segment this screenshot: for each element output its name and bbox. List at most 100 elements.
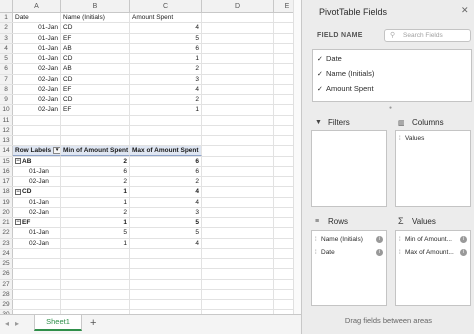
amount-cell[interactable]: 4 [130, 84, 202, 94]
pivot-min-cell[interactable]: 2 [61, 177, 130, 187]
cell[interactable] [13, 248, 61, 258]
row-number[interactable]: 24 [0, 248, 13, 258]
column-header-b[interactable]: B [61, 0, 130, 13]
info-icon[interactable]: i [460, 236, 467, 243]
values-field-min[interactable]: ⁞ Min of Amount... i [399, 235, 468, 245]
pivot-max-cell[interactable]: 4 [130, 197, 202, 207]
cell[interactable] [13, 289, 61, 299]
pivot-max-cell[interactable]: 6 [130, 166, 202, 176]
date-cell[interactable]: 01-Jan [13, 33, 61, 43]
cell[interactable] [202, 166, 274, 176]
column-header-d[interactable]: D [202, 0, 274, 13]
collapse-toggle-icon[interactable]: − [15, 188, 21, 195]
cell[interactable] [202, 279, 274, 289]
pivot-min-cell[interactable]: 1 [61, 218, 130, 228]
row-number[interactable]: 11 [0, 115, 13, 125]
cell[interactable] [202, 115, 274, 125]
cell[interactable] [202, 177, 274, 187]
filters-drop-area[interactable] [311, 130, 387, 207]
cell[interactable] [202, 64, 274, 74]
row-number[interactable]: 12 [0, 125, 13, 135]
cell[interactable] [61, 289, 130, 299]
amount-cell[interactable]: 3 [130, 74, 202, 84]
close-icon[interactable]: ✕ [461, 5, 469, 16]
date-cell[interactable]: 01-Jan [13, 43, 61, 53]
row-number[interactable]: 1 [0, 13, 13, 23]
info-icon[interactable]: i [376, 249, 383, 256]
pivot-group-label[interactable]: − AB [13, 156, 61, 166]
pivot-item-label[interactable]: 01-Jan [13, 166, 61, 176]
pivot-min-cell[interactable]: 5 [61, 228, 130, 238]
row-number[interactable]: 10 [0, 105, 13, 115]
name-cell[interactable]: CD [61, 74, 130, 84]
sheet-tab-sheet1[interactable]: Sheet1 [34, 315, 82, 331]
pivot-max-header[interactable]: Max of Amount Spent [130, 146, 202, 156]
row-number[interactable]: 14 [0, 146, 13, 156]
cell[interactable] [202, 95, 274, 105]
date-cell[interactable]: 02-Jan [13, 74, 61, 84]
name-cell[interactable]: AB [61, 43, 130, 53]
cell[interactable] [130, 269, 202, 279]
cell[interactable] [130, 115, 202, 125]
amount-cell[interactable]: 1 [130, 105, 202, 115]
row-number[interactable]: 22 [0, 228, 13, 238]
add-sheet-button[interactable]: + [90, 317, 96, 329]
row-number[interactable]: 13 [0, 136, 13, 146]
cell[interactable] [202, 187, 274, 197]
cell[interactable] [202, 105, 274, 115]
pivot-max-cell[interactable]: 3 [130, 207, 202, 217]
cell[interactable] [13, 259, 61, 269]
prev-sheet-icon[interactable]: ◂ [5, 319, 9, 328]
pivot-item-label[interactable]: 02-Jan [13, 177, 61, 187]
name-cell[interactable]: CD [61, 23, 130, 33]
drag-handle-icon[interactable]: ⁞ [399, 134, 401, 144]
name-cell[interactable]: CD [61, 54, 130, 64]
vertical-scrollbar[interactable] [293, 0, 301, 314]
cell[interactable] [61, 269, 130, 279]
rows-field-date[interactable]: ⁞ Date i [315, 248, 384, 258]
cell[interactable] [13, 125, 61, 135]
row-number[interactable]: 18 [0, 187, 13, 197]
cell[interactable] [13, 300, 61, 310]
next-sheet-icon[interactable]: ▸ [15, 319, 19, 328]
row-number[interactable]: 19 [0, 197, 13, 207]
row-number[interactable]: 29 [0, 300, 13, 310]
cell[interactable] [202, 248, 274, 258]
pivot-min-cell[interactable]: 1 [61, 197, 130, 207]
row-number[interactable]: 4 [0, 43, 13, 53]
row-number[interactable]: 3 [0, 33, 13, 43]
row-number[interactable]: 5 [0, 54, 13, 64]
date-cell[interactable]: 02-Jan [13, 95, 61, 105]
row-number[interactable]: 28 [0, 289, 13, 299]
pivot-group-label[interactable]: − EF [13, 218, 61, 228]
cell[interactable] [202, 228, 274, 238]
cell[interactable] [61, 259, 130, 269]
row-number[interactable]: 21 [0, 218, 13, 228]
pivot-max-cell[interactable]: 5 [130, 228, 202, 238]
cell[interactable] [130, 248, 202, 258]
cell[interactable] [202, 33, 274, 43]
pivot-item-label[interactable]: 01-Jan [13, 228, 61, 238]
row-number[interactable]: 2 [0, 23, 13, 33]
date-cell[interactable]: 02-Jan [13, 64, 61, 74]
amount-cell[interactable]: 1 [130, 54, 202, 64]
pivot-max-cell[interactable]: 4 [130, 187, 202, 197]
cell[interactable] [202, 259, 274, 269]
cell[interactable] [202, 54, 274, 64]
pivot-min-cell[interactable]: 1 [61, 187, 130, 197]
collapse-toggle-icon[interactable]: − [15, 219, 21, 226]
cell[interactable] [202, 13, 274, 23]
row-number[interactable]: 20 [0, 207, 13, 217]
drag-handle-icon[interactable]: ⁞ [399, 235, 401, 245]
spreadsheet[interactable]: A B C D E 1 Date Name (Initials) Amount … [0, 0, 301, 334]
cell[interactable] [13, 136, 61, 146]
cell[interactable] [130, 300, 202, 310]
name-cell[interactable]: CD [61, 95, 130, 105]
checkbox-checked-icon[interactable]: ✓ [317, 55, 324, 63]
columns-drop-area[interactable]: ⁞ Values [395, 130, 471, 207]
row-number[interactable]: 23 [0, 238, 13, 248]
cell[interactable] [61, 125, 130, 135]
cell[interactable] [202, 289, 274, 299]
pivot-item-label[interactable]: 01-Jan [13, 197, 61, 207]
row-number[interactable]: 25 [0, 259, 13, 269]
